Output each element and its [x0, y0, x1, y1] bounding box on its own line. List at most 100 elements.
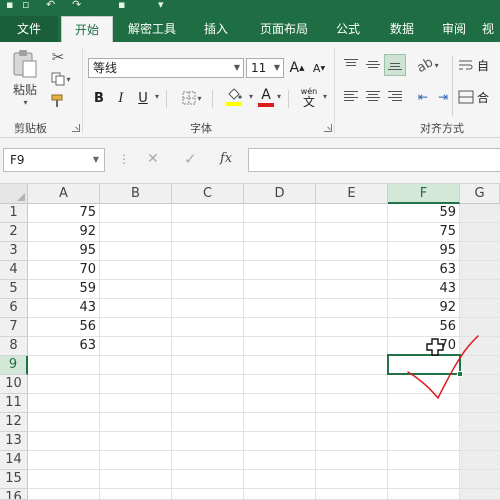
cell[interactable] — [460, 223, 500, 242]
cell[interactable] — [244, 375, 316, 394]
tab-decrypt-tools[interactable]: 解密工具 — [120, 16, 184, 42]
cell[interactable] — [460, 204, 500, 223]
cell-f4[interactable]: 63 — [388, 261, 460, 280]
cell[interactable] — [316, 242, 388, 261]
cell[interactable] — [244, 242, 316, 261]
cell[interactable] — [316, 299, 388, 318]
cell[interactable] — [28, 470, 100, 489]
cell[interactable] — [316, 489, 388, 500]
cell[interactable] — [172, 413, 244, 432]
shrink-font-button[interactable]: A ▼ — [310, 58, 328, 78]
customize-qat-icon[interactable]: ▾ — [158, 0, 164, 10]
name-box[interactable]: F9 ▼ — [3, 148, 105, 172]
copy-dropdown-icon[interactable]: ▾ — [66, 75, 70, 84]
cell[interactable] — [172, 299, 244, 318]
cell-a1[interactable]: 75 — [28, 204, 100, 223]
cell[interactable] — [316, 204, 388, 223]
cell[interactable] — [244, 280, 316, 299]
fill-color-button[interactable] — [220, 86, 248, 108]
row-header[interactable]: 15 — [0, 470, 28, 489]
cell[interactable] — [244, 356, 316, 375]
cell[interactable] — [316, 356, 388, 375]
cell[interactable] — [172, 451, 244, 470]
cell[interactable] — [388, 451, 460, 470]
tab-file[interactable]: 文件 — [0, 16, 58, 42]
column-header-c[interactable]: C — [172, 184, 244, 204]
paste-button[interactable]: 粘贴 ▾ — [8, 48, 42, 108]
cell[interactable] — [388, 413, 460, 432]
row-header[interactable]: 5 — [0, 280, 28, 299]
cell[interactable] — [172, 261, 244, 280]
cell[interactable] — [100, 223, 172, 242]
column-header-a[interactable]: A — [28, 184, 100, 204]
cell-a4[interactable]: 70 — [28, 261, 100, 280]
cell[interactable] — [172, 432, 244, 451]
cell[interactable] — [460, 299, 500, 318]
cell[interactable] — [316, 261, 388, 280]
cell[interactable] — [172, 280, 244, 299]
font-launcher-icon[interactable] — [324, 124, 332, 132]
cell[interactable] — [244, 413, 316, 432]
cell[interactable] — [28, 489, 100, 500]
cell[interactable] — [244, 223, 316, 242]
underline-button[interactable]: U — [134, 88, 152, 108]
cell[interactable] — [244, 451, 316, 470]
font-color-dropdown-icon[interactable]: ▾ — [277, 92, 281, 101]
column-header-f[interactable]: F — [388, 184, 460, 204]
cell[interactable] — [172, 337, 244, 356]
cell[interactable] — [316, 432, 388, 451]
redo-icon[interactable]: ↷ — [72, 0, 81, 10]
worksheet-grid[interactable]: A B C D E F G 1 2 3 4 5 6 7 8 9 10 11 12… — [0, 184, 500, 500]
row-header[interactable]: 7 — [0, 318, 28, 337]
row-header[interactable]: 8 — [0, 337, 28, 356]
cell[interactable] — [172, 223, 244, 242]
save-icon[interactable]: ▫ — [22, 0, 29, 10]
cell[interactable] — [100, 261, 172, 280]
cell[interactable] — [388, 489, 460, 500]
cell[interactable] — [100, 489, 172, 500]
tab-formulas[interactable]: 公式 — [324, 16, 372, 42]
cell[interactable] — [388, 432, 460, 451]
cell-f1[interactable]: 59 — [388, 204, 460, 223]
cell[interactable] — [100, 204, 172, 223]
fill-color-dropdown-icon[interactable]: ▾ — [249, 92, 253, 101]
cell[interactable] — [244, 318, 316, 337]
bottom-align-button[interactable] — [384, 54, 406, 76]
cell[interactable] — [460, 280, 500, 299]
cell[interactable] — [100, 337, 172, 356]
cell[interactable] — [244, 394, 316, 413]
cell[interactable] — [460, 489, 500, 500]
cell[interactable] — [316, 318, 388, 337]
cell[interactable] — [316, 451, 388, 470]
cell[interactable] — [460, 470, 500, 489]
wrap-text-button[interactable]: 自 — [458, 56, 500, 74]
cell[interactable] — [172, 470, 244, 489]
cell[interactable] — [460, 432, 500, 451]
decrease-indent-button[interactable]: ⇤ — [414, 88, 432, 106]
cell[interactable] — [28, 451, 100, 470]
row-header[interactable]: 2 — [0, 223, 28, 242]
cell[interactable] — [244, 337, 316, 356]
formula-input[interactable] — [248, 148, 500, 172]
copy-button[interactable]: ▾ — [47, 70, 75, 88]
cell[interactable] — [172, 356, 244, 375]
format-painter-button[interactable] — [47, 92, 69, 110]
tab-data[interactable]: 数据 — [378, 16, 426, 42]
cell-a6[interactable]: 43 — [28, 299, 100, 318]
font-color-button[interactable]: A — [256, 86, 276, 108]
row-header[interactable]: 12 — [0, 413, 28, 432]
row-header[interactable]: 6 — [0, 299, 28, 318]
cell[interactable] — [244, 299, 316, 318]
cell[interactable] — [100, 394, 172, 413]
cell[interactable] — [100, 432, 172, 451]
cell[interactable] — [388, 470, 460, 489]
cell[interactable] — [316, 413, 388, 432]
cell[interactable] — [316, 375, 388, 394]
tab-home[interactable]: 开始 — [61, 16, 113, 43]
row-header[interactable]: 13 — [0, 432, 28, 451]
underline-dropdown-icon[interactable]: ▾ — [155, 92, 159, 101]
cut-button[interactable]: ✂ — [47, 48, 69, 66]
cell[interactable] — [28, 375, 100, 394]
row-header[interactable]: 1 — [0, 204, 28, 223]
undo-icon[interactable]: ↶ — [46, 0, 55, 10]
